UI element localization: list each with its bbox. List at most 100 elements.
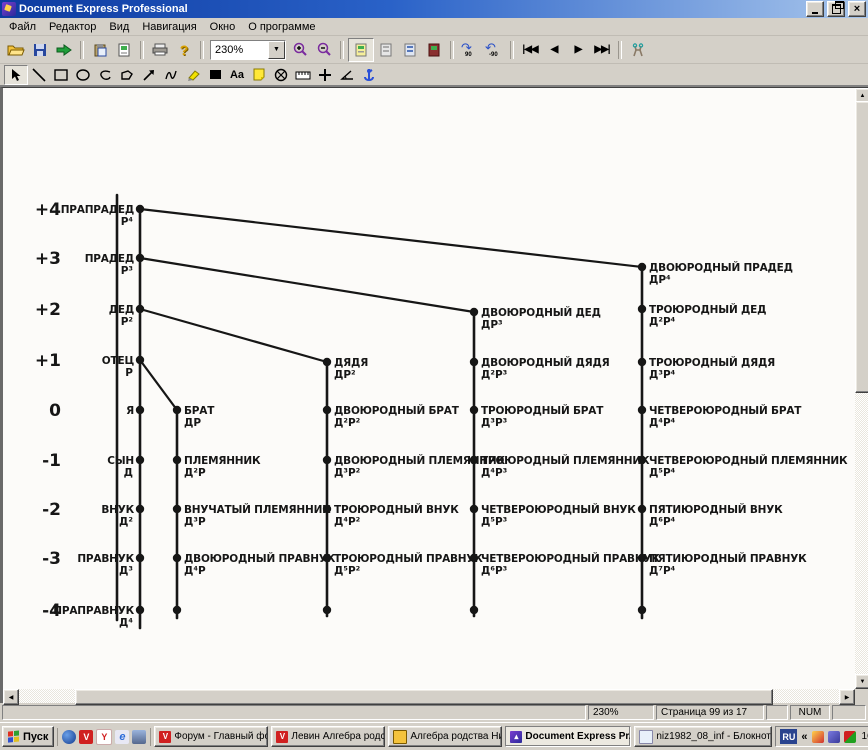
text-tool[interactable]: Aa (226, 66, 248, 84)
thumbnails-button[interactable] (112, 39, 136, 61)
ruler-tool[interactable] (292, 66, 314, 84)
diagram-node-formula: Д⁷Р⁴ (649, 565, 676, 577)
diagram-node-label: ЧЕТВЕРОЮРОДНЫЙ ПРАВНУК (481, 552, 660, 565)
cross-tool[interactable] (314, 66, 336, 84)
taskbar-task-levin[interactable]: V Левин Алгебра родств... (271, 726, 385, 747)
layout-facing-icon (380, 43, 392, 57)
scale-tick-label: -1 (42, 451, 61, 471)
help-button[interactable]: ? (172, 39, 196, 61)
solid-rectangle-tool[interactable] (204, 66, 226, 84)
horizontal-scroll-thumb[interactable] (75, 689, 773, 705)
diagram-node-label: ТРОЮРОДНЫЙ ДЕД (649, 303, 766, 316)
document-page[interactable]: +4+3+2+10-1-2-3-4ПРАПРАДЕДР⁴ПРАДЕДР³ДЕДР… (3, 88, 855, 689)
taskbar-task-document-express[interactable]: ▴ Document Express Pr... (505, 726, 631, 747)
browser-globe-icon[interactable] (62, 730, 76, 744)
scroll-right-button[interactable]: ▶ (839, 689, 855, 705)
diagram-node-formula: Д⁶Р⁴ (649, 516, 676, 528)
export-button[interactable] (52, 39, 76, 61)
diagram-node-formula: Д² (119, 516, 133, 528)
zoom-out-icon (317, 42, 332, 57)
rotate-cw-button[interactable]: ↷90 (458, 39, 482, 61)
sticky-note-tool[interactable] (248, 66, 270, 84)
vertical-scrollbar[interactable]: ▲ ▼ (855, 88, 868, 689)
select-tool[interactable] (4, 65, 28, 85)
layout-continuous-icon (404, 43, 416, 57)
layout-facing-button[interactable] (374, 39, 398, 61)
yandex-icon[interactable]: Y (96, 729, 112, 745)
scroll-left-button[interactable]: ◀ (3, 689, 19, 705)
line-tool[interactable] (28, 66, 50, 84)
taskbar-clock[interactable]: 16:33 (860, 731, 868, 742)
rotate-ccw-button[interactable]: ↶-90 (482, 39, 506, 61)
hyperlink-area-tool[interactable] (270, 66, 292, 84)
menu-navigation[interactable]: Навигация (136, 20, 202, 34)
diagram-node-label: ДВОЮРОДНЫЙ БРАТ (334, 404, 460, 417)
diagram-node-formula: Д³Р³ (481, 417, 508, 429)
scroll-down-button[interactable]: ▼ (855, 674, 868, 689)
taskbar-task-folder[interactable]: Алгебра родства НиК ... (388, 726, 502, 747)
diagram-node-label: ДВОЮРОДНЫЙ ПРАВНУК (184, 552, 336, 565)
curve-tool[interactable] (94, 66, 116, 84)
prev-page-button[interactable]: ◀ (542, 39, 566, 61)
taskbar-task-notepad[interactable]: niz1982_08_inf - Блокнот (634, 726, 772, 747)
polygon-tool[interactable] (116, 66, 138, 84)
layout-book-button[interactable] (422, 39, 446, 61)
tray-chevron-icon[interactable]: « (801, 731, 807, 743)
vivaldi-icon[interactable]: V (79, 730, 93, 744)
menu-file[interactable]: Файл (3, 20, 42, 34)
vertical-scroll-thumb[interactable] (855, 101, 868, 393)
clipboard-icon (94, 43, 107, 57)
system-tray: RU « 16:33 (775, 726, 868, 747)
first-page-button[interactable]: |◀◀ (518, 39, 542, 61)
diagram-node-dot (136, 456, 144, 464)
arrow-tool[interactable] (138, 66, 160, 84)
combo-dropdown-icon[interactable]: ▼ (268, 41, 285, 59)
menu-window[interactable]: Окно (204, 20, 242, 34)
restore-button[interactable] (827, 1, 845, 17)
minimize-button[interactable] (806, 1, 824, 17)
scale-tick-label: +3 (35, 249, 61, 269)
link-tool[interactable] (358, 66, 380, 84)
zoom-select[interactable]: 230% ▼ (210, 40, 286, 60)
diagram-node-dot (136, 606, 144, 614)
last-page-button[interactable]: ▶▶| (590, 39, 614, 61)
rectangle-icon (54, 69, 68, 81)
menu-about[interactable]: О программе (242, 20, 321, 34)
print-button[interactable] (148, 39, 172, 61)
zoom-in-button[interactable] (288, 39, 312, 61)
diagram-node-label: ПРАПРАДЕД (61, 204, 134, 216)
diagram-node-label: ТРОЮРОДНЫЙ ВНУК (334, 503, 459, 516)
save-button[interactable] (28, 39, 52, 61)
next-page-button[interactable]: ▶ (566, 39, 590, 61)
internet-explorer-icon[interactable]: e (115, 730, 129, 744)
djvu-deer-button[interactable] (626, 39, 650, 61)
diagram-node-formula: Д (124, 467, 133, 479)
angle-tool[interactable] (336, 66, 358, 84)
open-button[interactable] (4, 39, 28, 61)
diagram-node-formula: Д⁶Р³ (481, 565, 508, 577)
menu-view[interactable]: Вид (103, 20, 135, 34)
rectangle-tool[interactable] (50, 66, 72, 84)
layout-continuous-button[interactable] (398, 39, 422, 61)
language-indicator[interactable]: RU (780, 729, 797, 744)
menu-editor[interactable]: Редактор (43, 20, 102, 34)
paste-button[interactable] (88, 39, 112, 61)
sticky-note-icon (253, 68, 265, 81)
highlighter-tool[interactable] (182, 66, 204, 84)
ellipse-tool[interactable] (72, 66, 94, 84)
taskbar-task-forum[interactable]: V Форум - Главный фору... (154, 726, 268, 747)
layout-single-button[interactable] (348, 38, 374, 62)
diagram-node-formula: Д⁴Р (184, 565, 206, 577)
close-button[interactable]: × (848, 1, 866, 17)
tray-alert-icon[interactable] (812, 731, 824, 743)
freehand-tool[interactable] (160, 66, 182, 84)
diagram-node-label: ДВОЮРОДНЫЙ ПРАДЕД (649, 261, 793, 274)
start-button[interactable]: Пуск (2, 726, 54, 747)
zoom-out-button[interactable] (312, 39, 336, 61)
window-icon[interactable] (132, 730, 146, 744)
tray-messenger-icon[interactable] (828, 731, 840, 743)
rotate-ccw-icon: ↶-90 (485, 42, 503, 58)
horizontal-scrollbar[interactable]: ◀ ▶ (3, 689, 855, 703)
tray-antivirus-icon[interactable] (844, 731, 856, 743)
status-page: Страница 99 из 17 (656, 705, 764, 720)
